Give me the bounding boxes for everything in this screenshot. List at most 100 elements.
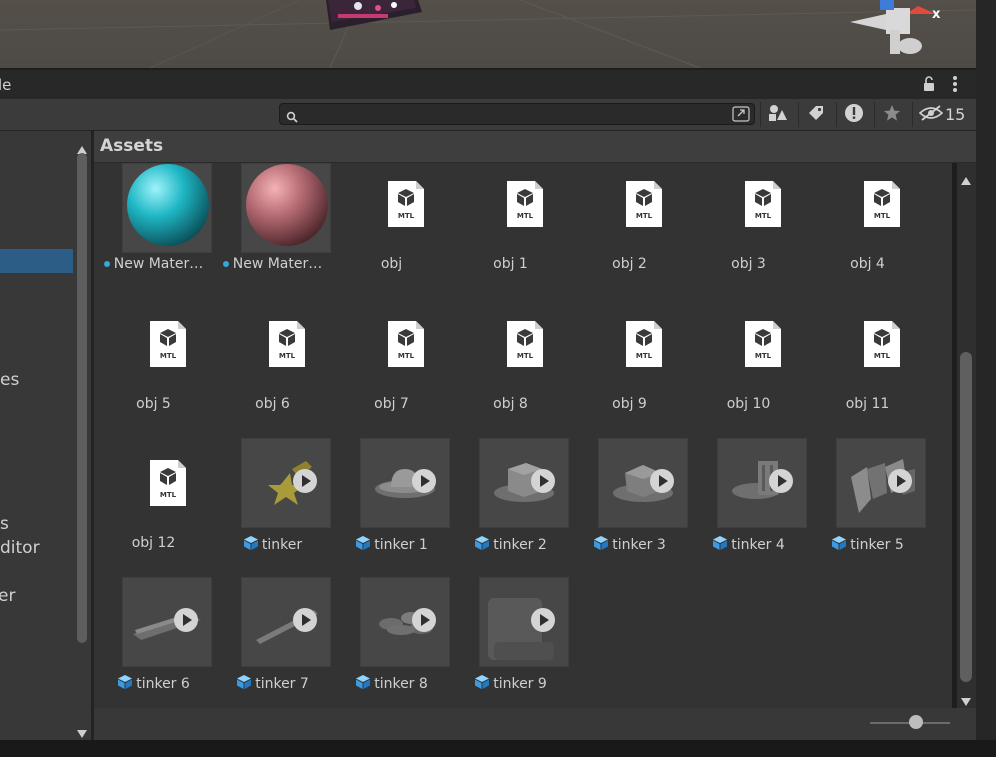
sphere-icon: [246, 164, 328, 246]
play-preview-button[interactable]: [293, 469, 317, 493]
model-prefab-icon: [474, 674, 490, 694]
asset-label: obj 12: [131, 535, 176, 551]
asset-item[interactable]: New Mater…: [94, 163, 213, 303]
asset-item[interactable]: MTL obj 4: [808, 163, 927, 303]
sidebar-item-editor[interactable]: ditor: [0, 538, 40, 558]
lock-icon[interactable]: [922, 76, 936, 96]
asset-item[interactable]: MTL obj 11: [808, 303, 927, 443]
sphere-icon: [127, 164, 209, 246]
model-thumbnail: [241, 577, 331, 667]
search-field[interactable]: [279, 103, 755, 125]
mtl-file-icon: MTL: [507, 321, 543, 367]
model-thumbnail: [241, 438, 331, 528]
asset-item[interactable]: tinker 8: [332, 577, 451, 708]
play-preview-button[interactable]: [531, 608, 555, 632]
model-prefab-icon: [117, 674, 133, 694]
play-icon: [183, 614, 192, 626]
mtl-thumbnail: MTL: [598, 163, 688, 253]
asset-item[interactable]: tinker 7: [213, 577, 332, 708]
asset-item[interactable]: MTL obj 9: [570, 303, 689, 443]
asset-item[interactable]: MTL obj 5: [94, 303, 213, 443]
scrollbar-thumb[interactable]: [960, 352, 972, 682]
asset-item[interactable]: tinker: [213, 438, 332, 578]
asset-item[interactable]: MTL obj 8: [451, 303, 570, 443]
asset-item[interactable]: New Mater…: [213, 163, 332, 303]
model-prefab-icon: [831, 535, 847, 555]
scene-view[interactable]: x: [0, 0, 976, 68]
sidebar-item-er[interactable]: er: [0, 586, 15, 606]
play-preview-button[interactable]: [650, 469, 674, 493]
mtl-file-icon: MTL: [388, 321, 424, 367]
hidden-count: 15: [945, 105, 966, 124]
asset-item[interactable]: MTL obj 7: [332, 303, 451, 443]
favorites-button[interactable]: [874, 102, 909, 127]
asset-item[interactable]: MTL obj: [332, 163, 451, 303]
play-preview-button[interactable]: [412, 608, 436, 632]
project-footer: [94, 708, 976, 740]
mtl-icon-text: MTL: [755, 212, 772, 220]
asset-item[interactable]: MTL obj 6: [213, 303, 332, 443]
asset-label: tinker 3: [612, 537, 666, 553]
warning-icon: [844, 103, 864, 127]
asset-item[interactable]: tinker 3: [570, 438, 689, 578]
play-icon: [659, 475, 668, 487]
sidebar-scrollbar-thumb[interactable]: [77, 153, 87, 643]
play-preview-button[interactable]: [293, 608, 317, 632]
scroll-up-arrow[interactable]: [961, 170, 971, 189]
asset-item[interactable]: tinker 2: [451, 438, 570, 578]
mtl-icon-text: MTL: [160, 352, 177, 360]
play-icon: [778, 475, 787, 487]
play-icon: [540, 475, 549, 487]
filter-by-label-button[interactable]: [798, 102, 833, 127]
shapes-icon: [768, 104, 788, 126]
mtl-file-icon: MTL: [388, 181, 424, 227]
asset-item[interactable]: MTL obj 2: [570, 163, 689, 303]
more-menu-icon[interactable]: [952, 75, 958, 97]
sidebar-selected-item[interactable]: [0, 249, 73, 273]
model-thumbnail: [479, 577, 569, 667]
mtl-file-icon: MTL: [269, 321, 305, 367]
play-preview-button[interactable]: [769, 469, 793, 493]
asset-item[interactable]: tinker 6: [94, 577, 213, 708]
asset-item[interactable]: MTL obj 10: [689, 303, 808, 443]
model-prefab-icon: [236, 674, 252, 694]
asset-label: obj 5: [136, 396, 171, 412]
sidebar-item-packages[interactable]: es: [0, 370, 19, 390]
scene-gizmo[interactable]: x: [846, 0, 946, 62]
eye-hidden-icon: [918, 104, 944, 125]
filter-by-log-type-button[interactable]: [836, 102, 871, 127]
search-by-type-icon[interactable]: [732, 106, 750, 126]
scene-right-edge: [976, 0, 996, 70]
play-preview-button[interactable]: [888, 469, 912, 493]
asset-item[interactable]: tinker 1: [332, 438, 451, 578]
asset-item[interactable]: tinker 5: [808, 438, 927, 578]
play-preview-button[interactable]: [531, 469, 555, 493]
material-thumbnail: [241, 163, 331, 253]
panel-tab-title[interactable]: le: [0, 76, 11, 94]
sidebar-item-s[interactable]: s: [0, 514, 9, 534]
play-preview-button[interactable]: [174, 608, 198, 632]
mtl-icon-text: MTL: [517, 212, 534, 220]
model-thumbnail: [836, 438, 926, 528]
mtl-thumbnail: MTL: [717, 163, 807, 253]
assets-title[interactable]: Assets: [100, 136, 163, 156]
asset-item[interactable]: tinker 9: [451, 577, 570, 708]
search-input[interactable]: [302, 105, 726, 125]
asset-item[interactable]: MTL obj 3: [689, 163, 808, 303]
asset-item[interactable]: MTL obj 12: [94, 442, 213, 582]
filter-by-type-button[interactable]: [760, 102, 795, 127]
asset-label: tinker 5: [850, 537, 904, 553]
model-prefab-icon: [243, 535, 259, 555]
model-prefab-icon: [593, 535, 609, 555]
asset-item[interactable]: MTL obj 1: [451, 163, 570, 303]
asset-label: tinker 7: [255, 676, 309, 692]
asset-label: tinker 6: [136, 676, 190, 692]
hidden-packages-toggle[interactable]: 15: [912, 102, 972, 127]
icon-size-slider-thumb[interactable]: [909, 715, 923, 729]
play-preview-button[interactable]: [412, 469, 436, 493]
asset-grid: New Mater… New Mater… MTL obj MTL obj 1 …: [94, 163, 952, 708]
asset-grid-scrollbar[interactable]: [957, 163, 976, 708]
asset-item[interactable]: tinker 4: [689, 438, 808, 578]
model-thumbnail: [122, 577, 212, 667]
scene-object[interactable]: [318, 0, 428, 34]
